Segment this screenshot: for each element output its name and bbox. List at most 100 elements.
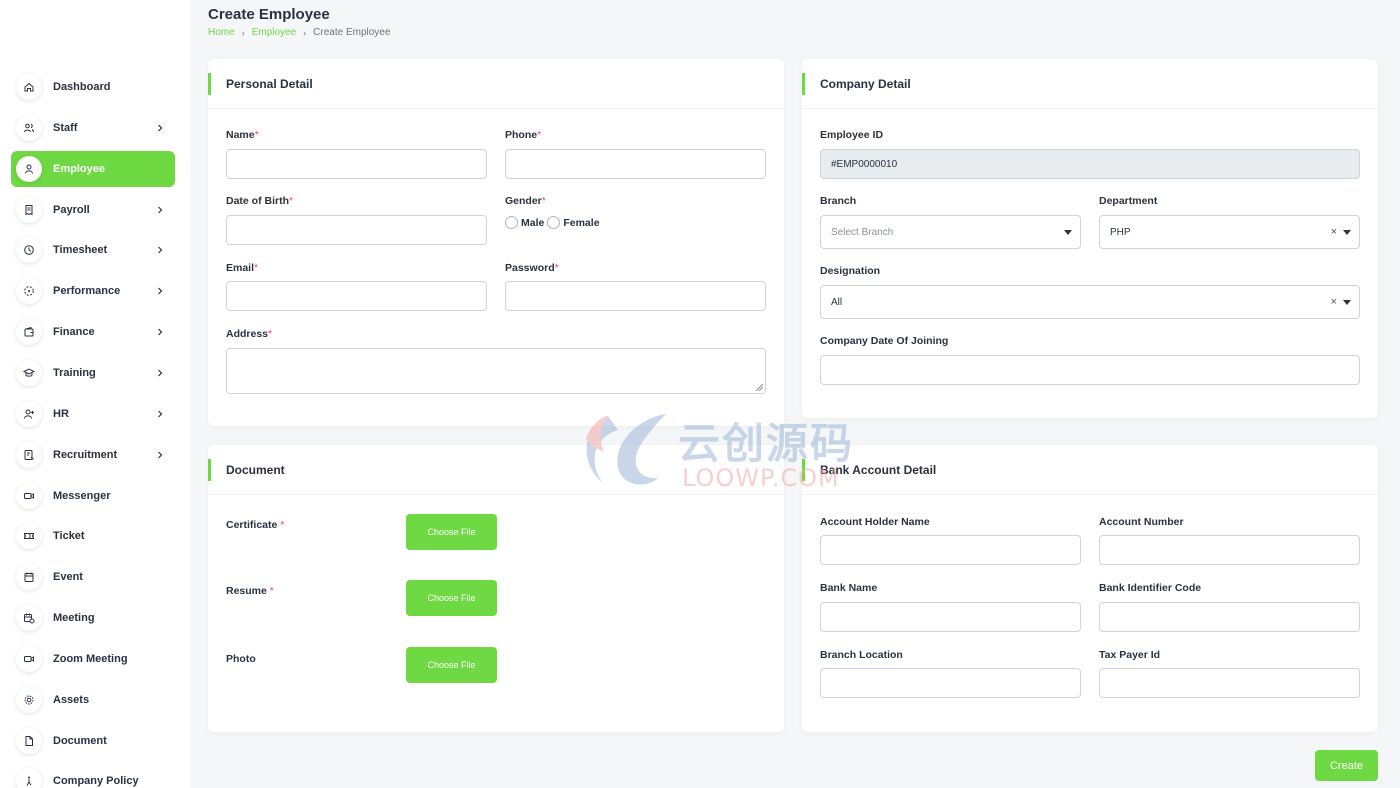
sidebar-item-document[interactable]: Document [11, 723, 175, 759]
employee-id-field: #EMP0000010 [820, 149, 1360, 179]
sidebar-item-label: Staff [53, 121, 78, 134]
sidebar-item-label: Payroll [53, 203, 90, 216]
breadcrumb-employee[interactable]: Employee [252, 27, 296, 38]
sidebar-item-recruitment[interactable]: Recruitment [11, 437, 175, 473]
sidebar-item-label: Ticket [53, 530, 85, 543]
breadcrumb-home[interactable]: Home [208, 27, 235, 38]
employee-id-label: Employee ID [820, 129, 884, 141]
sidebar-item-label: Document [53, 734, 107, 747]
create-button[interactable]: Create [1315, 750, 1378, 781]
resume-choose-file-button[interactable]: Choose File [406, 580, 497, 616]
chevron-right-icon [158, 369, 163, 377]
bank-name-label: Bank Name [820, 582, 878, 594]
email-input[interactable] [226, 281, 487, 311]
chevron-right-icon [153, 246, 167, 254]
chevron-right-icon [153, 287, 167, 295]
branch-label: Branch [820, 195, 857, 207]
sidebar-item-label: HR [53, 407, 69, 420]
chevron-right-icon [153, 410, 167, 418]
chevron-right-icon [153, 328, 167, 336]
sidebar-item-messenger[interactable]: Messenger [11, 478, 175, 514]
sidebar-item-label: Recruitment [53, 448, 118, 461]
sidebar-item-assets[interactable]: Assets [11, 682, 175, 718]
name-input[interactable] [226, 149, 487, 179]
phone-input[interactable] [505, 149, 766, 179]
gender-female-label: Female [563, 216, 600, 229]
address-textarea[interactable] [226, 348, 766, 394]
sidebar-item-label: Performance [53, 285, 121, 298]
tax-payer-input[interactable] [1099, 668, 1360, 698]
sidebar-item-dashboard[interactable]: Dashboard [11, 69, 175, 105]
resize-grip-icon[interactable] [756, 384, 763, 391]
dob-input[interactable] [226, 215, 487, 245]
breadcrumb: Home › Employee › Create Employee [208, 27, 390, 38]
sidebar-item-label: Assets [53, 693, 90, 706]
branch-select[interactable]: Select Branch [820, 215, 1081, 249]
sidebar-item-ticket[interactable]: Ticket [11, 518, 175, 554]
branch-placeholder: Select Branch [831, 226, 894, 238]
clear-icon[interactable]: × [1331, 296, 1337, 308]
page-title: Create Employee [208, 6, 330, 23]
account-holder-input[interactable] [820, 535, 1081, 565]
certificate-label: Certificate * [226, 519, 285, 531]
chevron-right-icon [153, 369, 167, 377]
designation-value: All [831, 296, 843, 308]
bank-name-input[interactable] [820, 602, 1081, 632]
sidebar-item-meeting[interactable]: Meeting [11, 600, 175, 636]
account-number-input[interactable] [1099, 535, 1360, 565]
sidebar-item-zoom-meeting[interactable]: Zoom Meeting [11, 641, 175, 677]
phone-label: Phone* [505, 129, 542, 141]
sidebar-item-staff[interactable]: Staff [11, 110, 175, 146]
sidebar-item-employee[interactable]: Employee [11, 150, 175, 187]
tax-payer-label: Tax Payer Id [1099, 649, 1161, 661]
sidebar-item-hr[interactable]: HR [11, 396, 175, 432]
school-icon [16, 359, 42, 386]
department-label: Department [1099, 195, 1158, 207]
designation-select[interactable]: All × [820, 285, 1360, 319]
sidebar-item-label: Zoom Meeting [53, 652, 128, 665]
sidebar-item-event[interactable]: Event [11, 559, 175, 595]
card-title: Document [208, 445, 784, 495]
gender-male-radio[interactable] [505, 216, 518, 229]
video-icon [16, 645, 42, 672]
clear-icon[interactable]: × [1331, 226, 1337, 238]
sidebar-item-timesheet[interactable]: Timesheet [11, 232, 175, 268]
sidebar-item-performance[interactable]: Performance [11, 273, 175, 309]
bic-input[interactable] [1099, 602, 1360, 632]
sidebar-item-company-policy[interactable]: Company Policy [11, 763, 175, 788]
chevron-right-icon [153, 451, 167, 459]
bic-label: Bank Identifier Code [1099, 582, 1202, 594]
sidebar-item-finance[interactable]: Finance [11, 314, 175, 350]
name-label: Name* [226, 129, 259, 141]
branch-location-label: Branch Location [820, 649, 903, 661]
user-plus-icon [16, 400, 42, 427]
gender-radio-group: Male Female [505, 216, 603, 229]
doj-input[interactable] [820, 355, 1360, 385]
sidebar-item-payroll[interactable]: Payroll [11, 192, 175, 228]
password-input[interactable] [505, 281, 766, 311]
accessibility-icon [16, 768, 42, 788]
chevron-right-icon [158, 328, 163, 336]
photo-choose-file-button[interactable]: Choose File [406, 647, 497, 683]
chevron-right-icon [158, 124, 163, 132]
breadcrumb-current: Create Employee [313, 27, 391, 38]
certificate-choose-file-button[interactable]: Choose File [406, 514, 497, 550]
gender-label: Gender* [505, 195, 546, 207]
file-icon [16, 727, 42, 754]
sidebar-item-label: Meeting [53, 612, 95, 625]
caret-down-icon [1343, 300, 1351, 305]
sidebar: Dashboard Staff Employee Payroll Timesheet Pe… [0, 0, 190, 788]
chevron-right-icon [153, 124, 167, 132]
sidebar-item-label: Finance [53, 326, 95, 339]
user-icon [16, 155, 42, 182]
department-select[interactable]: PHP × [1099, 215, 1360, 249]
chevron-right-icon [158, 451, 163, 459]
sidebar-item-label: Employee [53, 162, 105, 175]
sidebar-item-training[interactable]: Training [11, 355, 175, 391]
branch-location-input[interactable] [820, 668, 1081, 698]
chevron-right-icon [158, 287, 163, 295]
photo-label: Photo [226, 653, 256, 665]
gender-female-radio[interactable] [547, 216, 561, 229]
chevron-right-icon: › [241, 27, 245, 38]
sidebar-item-label: Timesheet [53, 244, 108, 257]
